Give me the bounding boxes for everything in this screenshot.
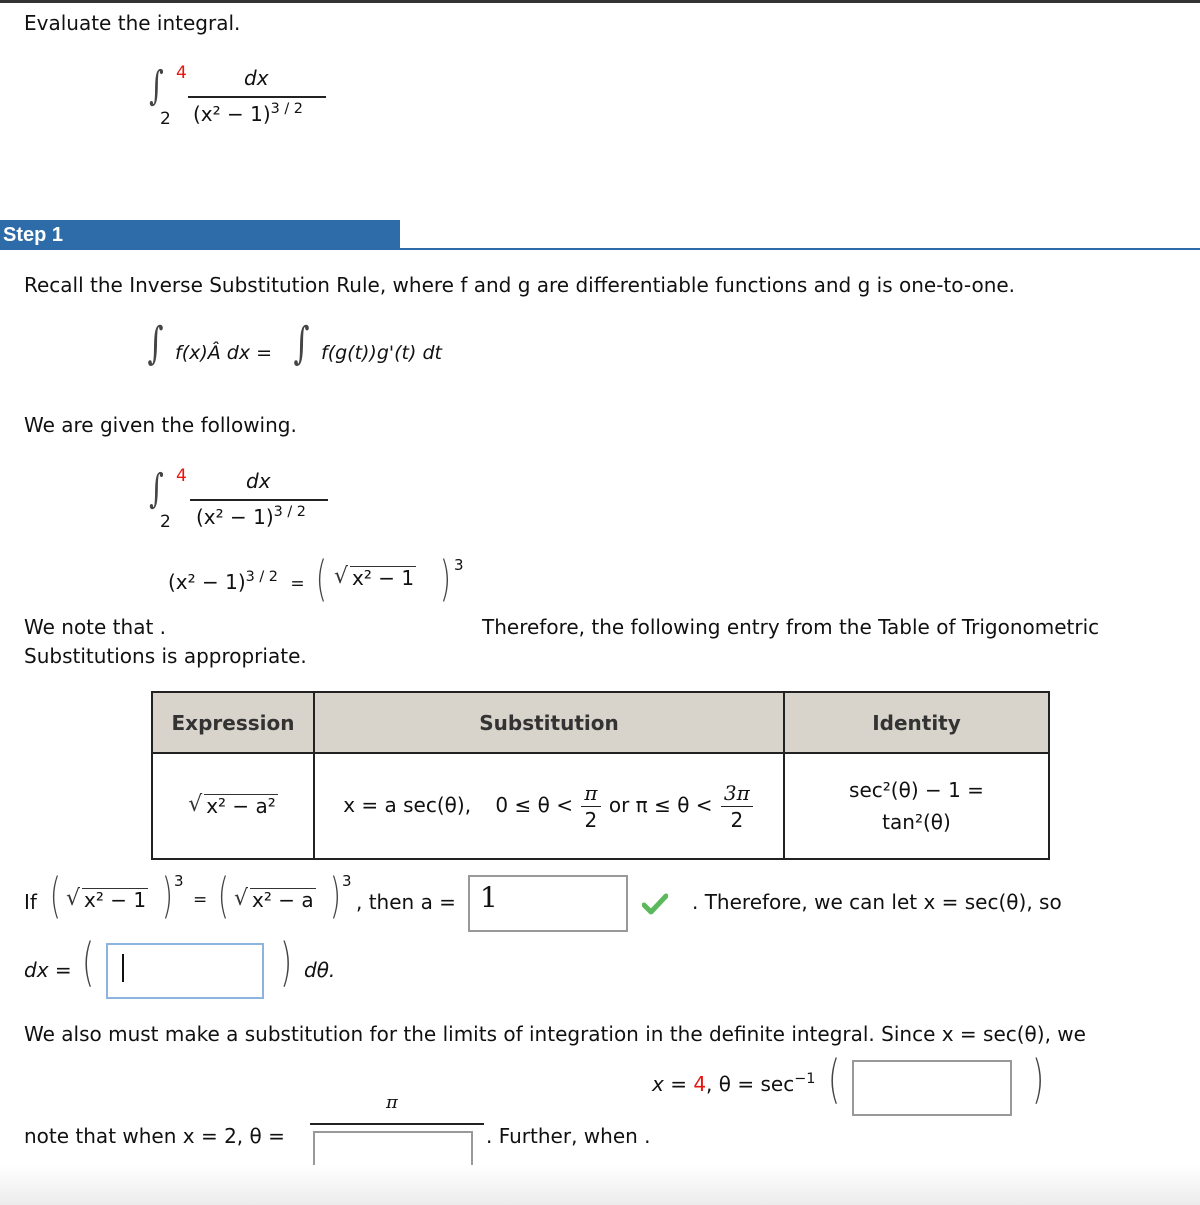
bottom-shade — [0, 1165, 1200, 1205]
denominator: 2 — [584, 807, 598, 832]
upper-limit-expression: x = 4, θ = sec−1 — [652, 1072, 815, 1096]
radicand: x² − 1 — [350, 566, 417, 590]
right-paren: ) — [439, 551, 451, 607]
range-part-1: 0 ≤ θ < — [495, 792, 573, 817]
numerator: π — [581, 780, 601, 807]
left-paren: ( — [49, 868, 61, 924]
problem-prompt: Evaluate the integral. — [24, 11, 241, 35]
identity-radical: x² − 1 — [334, 564, 417, 590]
inverse-exponent: −1 — [794, 1071, 816, 1088]
integral-sign-icon: ∫ — [149, 466, 164, 512]
lower-limit: 2 — [160, 109, 171, 129]
right-paren: ) — [329, 868, 341, 924]
denominator: 2 — [730, 807, 744, 832]
radicand-1: x² − 1 — [82, 888, 149, 912]
identity-lhs: (x² − 1) — [168, 570, 246, 594]
integrand-denominator: (x² − 1)3 / 2 — [193, 102, 303, 126]
range-part-2: or π ≤ θ < — [608, 792, 713, 817]
upper-limit: 4 — [176, 466, 187, 486]
equals-sign: = — [193, 890, 208, 910]
table-row: x² − a² x = a sec(θ), 0 ≤ θ < π2 or π ≤ … — [151, 752, 1050, 860]
given-text: We are given the following. — [24, 413, 297, 437]
step-divider — [400, 248, 1200, 250]
if-label: If — [24, 890, 37, 914]
right-paren: ) — [280, 933, 293, 993]
dtheta-label: dθ. — [304, 958, 336, 982]
identity-line-2: tan²(θ) — [882, 810, 951, 834]
note-left: We note that . — [24, 615, 167, 639]
denominator-base: (x² − 1) — [193, 102, 271, 126]
identity-lhs-exponent: 3 / 2 — [245, 569, 278, 586]
cell-substitution: x = a sec(θ), 0 ≤ θ < π2 or π ≤ θ < 3π 2 — [313, 752, 785, 860]
equals-sign: = — [290, 574, 305, 594]
note-right: Therefore, the following entry from the … — [482, 615, 1100, 639]
fraction-bar — [190, 499, 328, 501]
identity-rhs-exponent: 3 — [454, 556, 464, 574]
theta-label: , θ = sec — [706, 1072, 795, 1096]
right-paren: ) — [1032, 1050, 1045, 1110]
step-intro: Recall the Inverse Substitution Rule, wh… — [24, 273, 1016, 297]
left-paren: ( — [315, 551, 327, 607]
lower-limit: 2 — [160, 512, 171, 532]
integral-sign-icon: ∫ — [149, 63, 164, 109]
left-paren: ( — [82, 933, 95, 993]
further-text: . Further, when . — [486, 1124, 651, 1148]
left-paren: ( — [828, 1050, 841, 1110]
integrand-denominator: (x² − 1)3 / 2 — [196, 505, 306, 529]
numerator: 3π — [720, 780, 753, 807]
top-border — [0, 0, 1200, 3]
exponent-1: 3 — [174, 872, 184, 890]
a-answer-value: 1 — [480, 881, 498, 914]
dx-answer-input[interactable] — [106, 943, 264, 999]
integral-sign-icon: ∫ — [147, 318, 164, 369]
text-caret — [122, 954, 124, 982]
step-label: Step 1 — [3, 224, 64, 246]
exponent-2: 3 — [342, 872, 352, 890]
header-substitution: Substitution — [313, 691, 785, 754]
header-identity: Identity — [783, 691, 1050, 754]
expression-radicand: x² − a² — [204, 794, 278, 818]
a-answer-input[interactable]: 1 — [468, 875, 628, 932]
identity-line-1: sec²(θ) − 1 = — [849, 778, 984, 802]
header-expression: Expression — [151, 691, 315, 754]
integrand-numerator: dx — [246, 469, 271, 493]
dx-label: dx = — [24, 958, 72, 982]
radical-2: x² − a — [234, 886, 316, 912]
upper-theta-input[interactable] — [852, 1060, 1012, 1116]
integrand-numerator: dx — [244, 66, 269, 90]
denominator-exponent: 3 / 2 — [273, 504, 306, 521]
left-paren: ( — [217, 868, 229, 924]
rule-rhs: f(g(t))g'(t) dt — [321, 342, 442, 364]
integral-sign-icon: ∫ — [293, 318, 310, 369]
note-left-2: Substitutions is appropriate. — [24, 644, 307, 668]
x-label: x = — [652, 1072, 694, 1096]
x-value: 4 — [693, 1072, 707, 1096]
fraction-pi-over-2: π2 — [581, 780, 601, 833]
lower-numerator: π — [386, 1092, 398, 1113]
upper-limit: 4 — [176, 63, 187, 83]
trig-substitution-table: Expression Substitution Identity x² − a²… — [151, 691, 1050, 860]
denominator-base: (x² − 1) — [196, 505, 274, 529]
identity-equation: (x² − 1)3 / 2 = — [168, 570, 305, 594]
substitution-formula: x = a sec(θ), — [343, 792, 472, 817]
lower-limit-text: note that when x = 2, θ = — [24, 1124, 285, 1148]
limits-text: We also must make a substitution for the… — [24, 1022, 1086, 1046]
rule-lhs: f(x)Â dx = — [175, 342, 273, 364]
cell-identity: sec²(θ) − 1 = tan²(θ) — [783, 752, 1050, 860]
radicand-2: x² − a — [250, 888, 316, 912]
table-header-row: Expression Substitution Identity — [151, 691, 1050, 754]
therefore-text: . Therefore, we can let x = sec(θ), so — [692, 890, 1062, 914]
fraction-3pi-over-2: 3π 2 — [720, 780, 753, 833]
then-label: , then a = — [356, 890, 456, 914]
fraction-bar — [188, 96, 326, 98]
radical-1: x² − 1 — [66, 886, 149, 912]
cell-expression: x² − a² — [151, 752, 315, 860]
right-paren: ) — [161, 868, 173, 924]
correct-check-icon — [642, 893, 668, 915]
denominator-exponent: 3 / 2 — [270, 101, 303, 118]
fraction-bar — [310, 1123, 484, 1125]
